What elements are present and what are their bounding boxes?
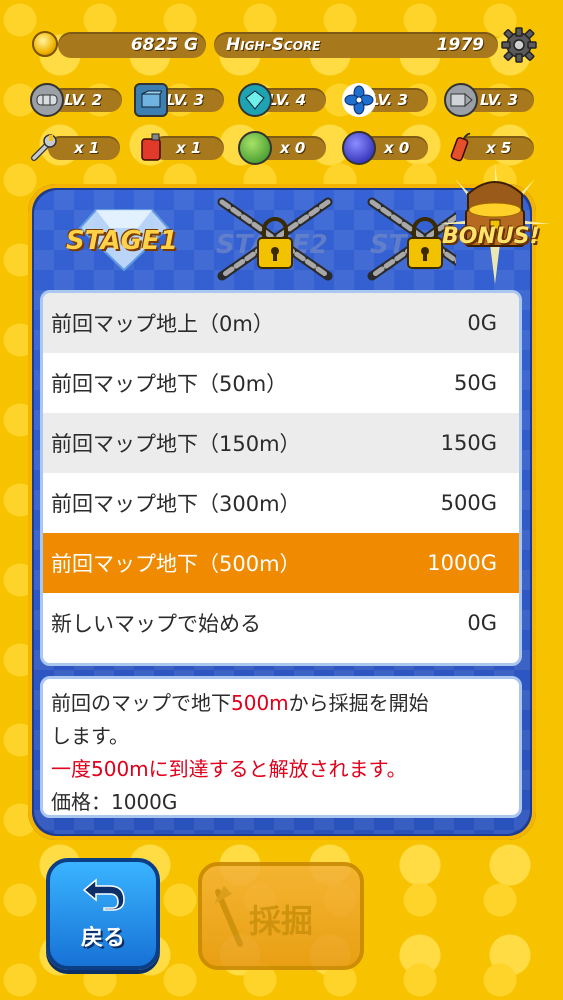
coin-icon [32,31,58,57]
return-arrow-icon [82,878,125,911]
map-option-label: 前回マップ地下（50m） [51,372,288,396]
crate-icon [134,83,168,117]
gem-tool-icon [238,83,272,117]
upgrade-level: LV. 2 [64,91,103,109]
item-row: x 1 x 1 x 0 x 0 x 5 [26,130,546,166]
description-highlight: 500m [231,691,289,715]
high-score-label: High-Score [226,35,321,55]
pipe-icon [30,83,64,117]
item-count: x 0 [280,139,306,157]
high-score-value: 1979 [436,35,484,55]
map-option-label: 前回マップ地下（150m） [51,432,301,456]
item-count: x 1 [176,139,202,157]
description-box: 前回のマップで地下500mから採掘を開始 します。 一度500mに到達すると解放… [40,676,522,818]
stage1-label: STAGE1 [66,226,178,256]
item-count: x 0 [384,139,410,157]
coin-counter: 6825 G [58,32,206,58]
unlock-condition-text: 一度500mに到達すると解放されます。 [51,757,407,781]
fuel-can-icon [138,132,168,164]
map-option-price: 150G [440,431,497,455]
blue-orb-icon [342,131,376,165]
fan-icon [342,83,376,117]
map-option-price: 50G [454,371,497,395]
tab-bonus[interactable]: BONUS! [440,164,550,284]
drill-icon [444,83,478,117]
list-item[interactable]: 前回マップ地下（150m） 150G [43,413,519,473]
back-button[interactable]: 戻る [46,858,160,970]
wrench-icon [28,132,62,164]
green-orb-icon [238,131,272,165]
description-text: から採掘を開始 [288,691,429,715]
upgrade-level: LV. 3 [166,91,205,109]
high-score-bar: High-Score 1979 [214,32,498,58]
upgrade-row: LV. 2 LV. 3 LV. 4 LV. 3 LV. 3 [26,82,546,118]
coin-value: 6825 G [130,35,198,55]
map-option-label: 前回マップ地下（300m） [51,492,301,516]
map-option-label: 前回マップ地下（500m） [51,552,301,576]
map-option-list: 前回マップ地上（0m） 0G 前回マップ地下（50m） 50G 前回マップ地下（… [40,290,522,666]
upgrade-level: LV. 3 [480,91,519,109]
map-option-price: 0G [467,611,497,635]
item-count: x 5 [486,139,512,157]
dig-button-disabled[interactable]: 採掘 [198,862,364,970]
description-text: 前回のマップで地下 [51,691,231,715]
list-item[interactable]: 前回マップ地下（300m） 500G [43,473,519,533]
list-item[interactable]: 前回マップ地上（0m） 0G [43,293,519,353]
price-text: 価格：1000G [51,790,178,814]
description-line1: 前回のマップで地下500mから採掘を開始 [51,687,511,720]
back-button-label: 戻る [80,926,125,951]
list-item[interactable]: 新しいマップで始める 0G [43,593,519,653]
map-option-price: 500G [440,491,497,515]
settings-gear-icon[interactable] [500,26,538,64]
bonus-label: BONUS! [442,224,540,249]
map-option-label: 新しいマップで始める [51,612,261,636]
map-option-price: 0G [467,311,497,335]
dig-button-label: 採掘 [248,902,313,940]
description-line2: します。 [51,724,129,748]
map-option-price: 1000G [427,551,497,575]
map-option-label: 前回マップ地上（0m） [51,312,274,336]
dynamite-icon [446,130,476,166]
tab-stage2-locked[interactable]: STAGE2 [212,196,338,282]
upgrade-level: LV. 4 [268,91,307,109]
tab-stage1[interactable]: STAGE1 [56,204,196,274]
item-count: x 1 [74,139,100,157]
list-item-selected[interactable]: 前回マップ地下（500m） 1000G [43,533,519,593]
chain-lock-icon [217,197,333,281]
list-item[interactable]: 前回マップ地下（50m） 50G [43,353,519,413]
